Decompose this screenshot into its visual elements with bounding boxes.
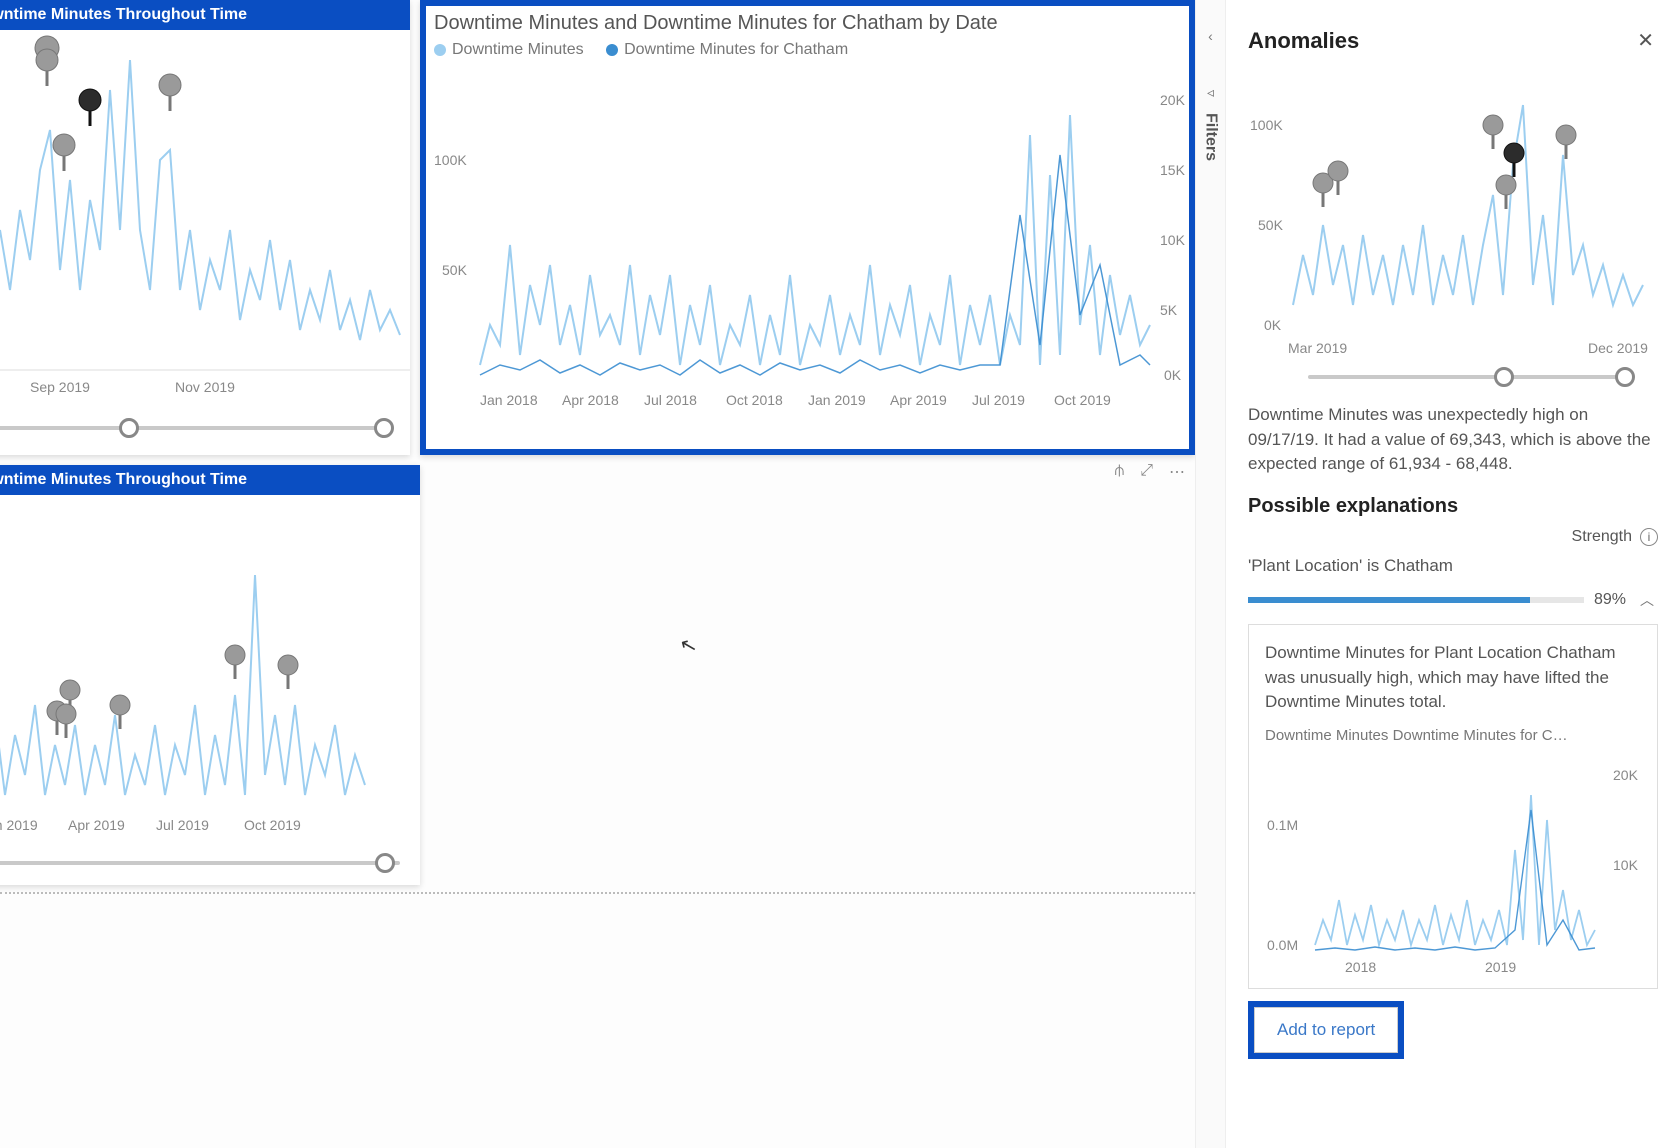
svg-text:Jul 2019: Jul 2019 bbox=[156, 817, 209, 833]
tile-header: Downtime Minutes Throughout Time bbox=[0, 465, 420, 495]
svg-text:50K: 50K bbox=[442, 262, 468, 278]
svg-text:Apr 2018: Apr 2018 bbox=[562, 392, 619, 408]
explanation-card: Downtime Minutes for Plant Location Chat… bbox=[1248, 624, 1658, 989]
svg-text:Apr 2019: Apr 2019 bbox=[68, 817, 125, 833]
anomalies-title: Anomalies bbox=[1248, 28, 1359, 54]
bookmark-icon[interactable]: ◃ bbox=[1196, 84, 1225, 101]
add-to-report-highlight: Add to report bbox=[1248, 1001, 1404, 1059]
chart-body: 100K 50K 20K 15K 10K 5K 0K Jan 2018 Apr … bbox=[420, 65, 1195, 425]
strength-label: Strength bbox=[1572, 528, 1632, 546]
chart-legend: Downtime Minutes Downtime Minutes for Ch… bbox=[420, 37, 1195, 65]
focus-mode-icon[interactable]: ⤢ bbox=[1140, 462, 1153, 482]
anomaly-markers bbox=[35, 36, 181, 171]
add-to-report-button[interactable]: Add to report bbox=[1254, 1007, 1398, 1053]
collapse-filters-icon[interactable]: ‹ bbox=[1196, 28, 1225, 44]
tile-downtime-1[interactable]: Downtime Minutes Throughout Time Sep 201… bbox=[0, 0, 410, 455]
time-slider[interactable] bbox=[0, 851, 400, 875]
slider-handle-left[interactable] bbox=[119, 418, 139, 438]
svg-text:50K: 50K bbox=[1258, 217, 1284, 233]
svg-text:2018: 2018 bbox=[1345, 959, 1376, 975]
x-tick: Sep 2019 bbox=[30, 379, 90, 395]
svg-text:100K: 100K bbox=[1250, 117, 1283, 133]
svg-text:Jan 2019: Jan 2019 bbox=[0, 817, 38, 833]
slider-handle-right[interactable] bbox=[375, 853, 395, 873]
filters-label: Filters bbox=[1202, 113, 1220, 161]
tile-header: Downtime Minutes Throughout Time bbox=[0, 0, 410, 30]
explanation-text: Downtime Minutes for Plant Location Chat… bbox=[1265, 641, 1641, 715]
svg-text:Jan 2019: Jan 2019 bbox=[808, 392, 866, 408]
svg-text:2019: 2019 bbox=[1485, 959, 1516, 975]
explanation-item-label[interactable]: 'Plant Location' is Chatham bbox=[1248, 556, 1658, 576]
svg-text:Mar 2019: Mar 2019 bbox=[1288, 340, 1347, 356]
svg-text:20K: 20K bbox=[1613, 767, 1639, 783]
filter-icon[interactable]: ⫛ bbox=[1115, 462, 1125, 482]
svg-text:Oct 2019: Oct 2019 bbox=[1054, 392, 1111, 408]
close-icon[interactable]: ✕ bbox=[1633, 24, 1658, 57]
explanation-mini-chart: 0.1M 0.0M 20K 10K 2018 2019 bbox=[1265, 750, 1645, 980]
slider-handle-right[interactable] bbox=[374, 418, 394, 438]
strength-percent: 89% bbox=[1594, 591, 1626, 609]
svg-text:Jul 2018: Jul 2018 bbox=[644, 392, 697, 408]
tile-downtime-chatham[interactable]: Downtime Minutes and Downtime Minutes fo… bbox=[420, 0, 1195, 455]
anomaly-time-slider[interactable] bbox=[1308, 365, 1628, 389]
svg-text:100K: 100K bbox=[434, 152, 467, 168]
chart-title: Downtime Minutes and Downtime Minutes fo… bbox=[420, 0, 1195, 37]
svg-text:Jul 2019: Jul 2019 bbox=[972, 392, 1025, 408]
svg-text:0.0M: 0.0M bbox=[1267, 937, 1298, 953]
page-divider bbox=[0, 892, 1195, 894]
svg-text:0K: 0K bbox=[1164, 367, 1182, 383]
svg-text:0K: 0K bbox=[1264, 317, 1282, 333]
more-options-icon[interactable]: ⋯ bbox=[1169, 462, 1185, 482]
svg-text:Dec 2019: Dec 2019 bbox=[1588, 340, 1648, 356]
svg-text:10K: 10K bbox=[1160, 232, 1186, 248]
chevron-up-icon[interactable]: ︿ bbox=[1636, 586, 1658, 614]
tile-downtime-2[interactable]: Downtime Minutes Throughout Time Jan 201… bbox=[0, 465, 420, 885]
svg-text:Oct 2019: Oct 2019 bbox=[244, 817, 301, 833]
svg-text:5K: 5K bbox=[1160, 302, 1178, 318]
svg-text:0.1M: 0.1M bbox=[1267, 817, 1298, 833]
explanations-heading: Possible explanations bbox=[1248, 495, 1658, 518]
anomaly-overview-chart[interactable]: 100K 50K 0K Mar 2019 Dec 2019 bbox=[1248, 75, 1658, 389]
svg-text:Jan 2018: Jan 2018 bbox=[480, 392, 538, 408]
anomaly-description: Downtime Minutes was unexpectedly high o… bbox=[1248, 403, 1658, 477]
mini-legend: Downtime Minutes Downtime Minutes for C… bbox=[1265, 727, 1641, 744]
x-tick: Nov 2019 bbox=[175, 379, 235, 395]
svg-text:20K: 20K bbox=[1160, 92, 1186, 108]
chart-body: Sep 2019 Nov 2019 bbox=[0, 30, 410, 410]
info-icon[interactable]: i bbox=[1640, 528, 1658, 546]
svg-text:15K: 15K bbox=[1160, 162, 1186, 178]
anomalies-pane: Anomalies ✕ 100K 50K 0K Mar 2019 Dec 201… bbox=[1225, 0, 1680, 1148]
svg-text:Apr 2019: Apr 2019 bbox=[890, 392, 947, 408]
filters-pane-collapsed[interactable]: ‹ ◃ Filters bbox=[1195, 0, 1225, 1148]
time-slider[interactable] bbox=[0, 416, 390, 440]
svg-text:Oct 2018: Oct 2018 bbox=[726, 392, 783, 408]
report-canvas: Downtime Minutes Throughout Time Sep 201… bbox=[0, 0, 1195, 1148]
slider-handle-left[interactable] bbox=[1494, 367, 1514, 387]
svg-text:10K: 10K bbox=[1613, 857, 1639, 873]
cursor-icon: ↖ bbox=[677, 631, 700, 659]
slider-handle-right[interactable] bbox=[1615, 367, 1635, 387]
strength-bar bbox=[1248, 597, 1584, 603]
chart-body: Jan 2019 Apr 2019 Jul 2019 Oct 2019 bbox=[0, 495, 420, 845]
anomaly-markers bbox=[0, 645, 298, 738]
